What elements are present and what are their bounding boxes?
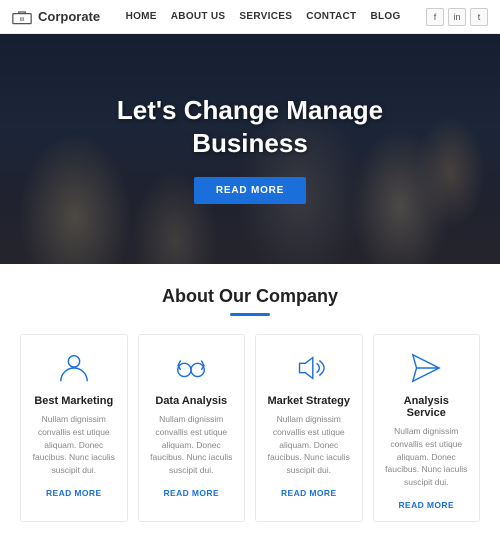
nav-blog[interactable]: BLOG bbox=[370, 11, 400, 22]
about-title: About Our Company bbox=[20, 286, 480, 307]
card-title-analysis: Analysis Service bbox=[384, 395, 470, 419]
title-underline bbox=[230, 313, 270, 316]
social-icons: f in t bbox=[426, 8, 488, 26]
nav-about[interactable]: ABOUT US bbox=[171, 11, 226, 22]
send-icon bbox=[407, 349, 445, 387]
card-best-marketing: Best Marketing Nullam dignissim convalli… bbox=[20, 334, 128, 522]
person-icon bbox=[55, 349, 93, 387]
hero-section: Let's Change Manage Business READ MORE bbox=[0, 34, 500, 264]
header: Corporate HOME ABOUT US SERVICES CONTACT… bbox=[0, 0, 500, 34]
card-text-data: Nullam dignissim convallis est utique al… bbox=[149, 413, 235, 477]
hero-title: Let's Change Manage Business bbox=[117, 94, 383, 159]
hero-content: Let's Change Manage Business READ MORE bbox=[0, 34, 500, 264]
glasses-icon bbox=[172, 349, 210, 387]
speaker-icon bbox=[290, 349, 328, 387]
nav-services[interactable]: SERVICES bbox=[239, 11, 292, 22]
card-market-strategy: Market Strategy Nullam dignissim convall… bbox=[255, 334, 363, 522]
logo-area: Corporate bbox=[12, 9, 100, 25]
card-text-market: Nullam dignissim convallis est utique al… bbox=[266, 413, 352, 477]
logo-icon bbox=[12, 9, 32, 25]
card-text-analysis: Nullam dignissim convallis est utique al… bbox=[384, 425, 470, 489]
card-title-data: Data Analysis bbox=[149, 395, 235, 407]
card-link-market[interactable]: READ MORE bbox=[281, 488, 337, 498]
main-nav: HOME ABOUT US SERVICES CONTACT BLOG bbox=[126, 11, 401, 22]
card-data-analysis: Data Analysis Nullam dignissim convallis… bbox=[138, 334, 246, 522]
linkedin-icon[interactable]: in bbox=[448, 8, 466, 26]
nav-contact[interactable]: CONTACT bbox=[306, 11, 356, 22]
card-text-marketing: Nullam dignissim convallis est utique al… bbox=[31, 413, 117, 477]
logo-text: Corporate bbox=[38, 9, 100, 24]
twitter-icon[interactable]: t bbox=[470, 8, 488, 26]
card-title-market: Market Strategy bbox=[266, 395, 352, 407]
card-analysis-service: Analysis Service Nullam dignissim conval… bbox=[373, 334, 481, 522]
card-link-analysis[interactable]: READ MORE bbox=[398, 500, 454, 510]
hero-cta-button[interactable]: READ MORE bbox=[194, 177, 306, 204]
card-title-marketing: Best Marketing bbox=[31, 395, 117, 407]
nav-home[interactable]: HOME bbox=[126, 11, 157, 22]
card-link-data[interactable]: READ MORE bbox=[163, 488, 219, 498]
card-link-marketing[interactable]: READ MORE bbox=[46, 488, 102, 498]
about-section: About Our Company Best Marketing Nullam … bbox=[0, 264, 500, 538]
facebook-icon[interactable]: f bbox=[426, 8, 444, 26]
cards-row: Best Marketing Nullam dignissim convalli… bbox=[20, 334, 480, 522]
